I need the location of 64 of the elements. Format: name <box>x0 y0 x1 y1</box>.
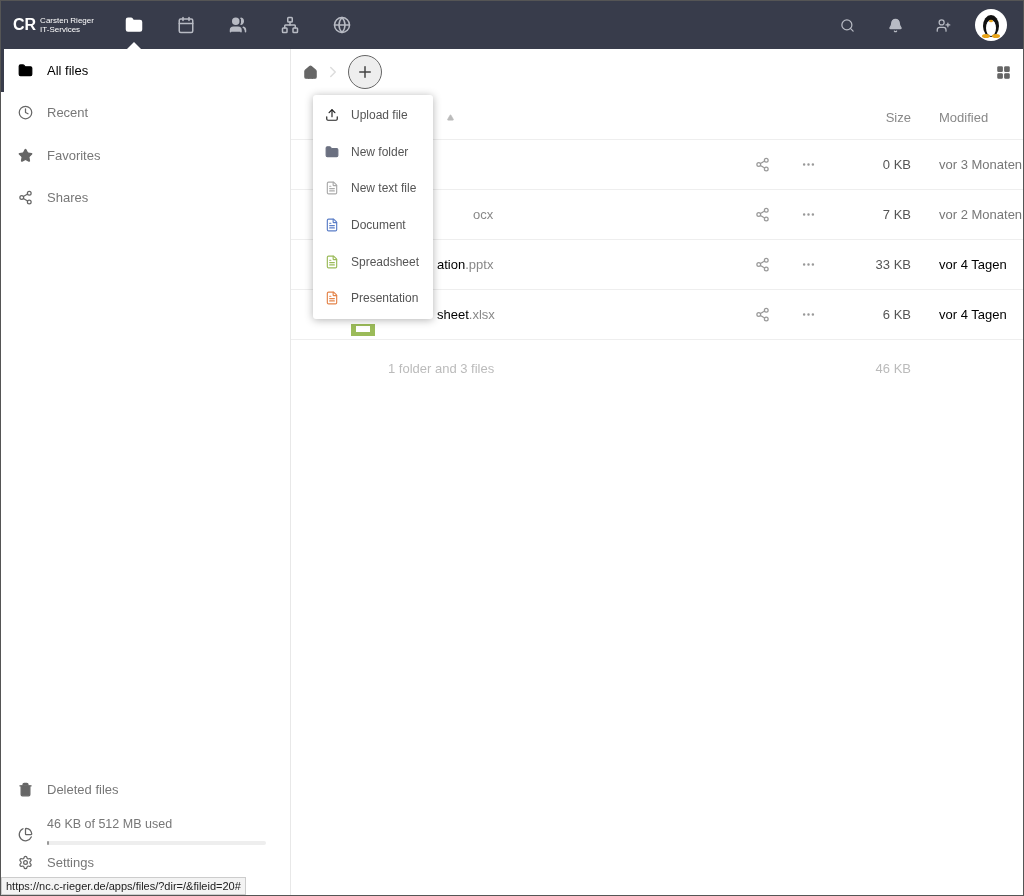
file-size: 33 KB <box>874 257 911 272</box>
summary-size: 46 KB <box>874 360 911 376</box>
logo-initials: CR <box>13 16 37 34</box>
menu-item[interactable]: New folder <box>313 133 433 171</box>
share-icon[interactable] <box>754 207 770 222</box>
menu-item[interactable]: Spreadsheet <box>313 243 433 280</box>
penguin-icon <box>981 12 1001 38</box>
upload-icon <box>325 108 339 123</box>
folder-icon <box>18 62 33 78</box>
search-icon[interactable] <box>839 17 855 33</box>
file-name[interactable]: sheet.xlsx <box>437 307 495 322</box>
sidebar-item[interactable]: Shares <box>1 176 290 219</box>
sidebar-item[interactable]: Deleted files <box>1 768 290 811</box>
summary-text: 1 folder and 3 files <box>388 360 495 376</box>
column-header[interactable]: Size <box>885 109 911 125</box>
folder-icon <box>124 16 143 34</box>
modified-date: vor 2 Monaten <box>938 207 1023 222</box>
plus-icon <box>356 63 374 81</box>
menu-item[interactable]: New text file <box>313 170 433 207</box>
presentation-icon <box>325 291 339 306</box>
spreadsheet-icon <box>351 324 375 336</box>
sidebar-item[interactable]: Settings <box>1 849 290 875</box>
file-size: 7 KB <box>881 207 911 222</box>
menu-item[interactable]: Upload file <box>313 97 433 134</box>
file-name[interactable]: ation.pptx <box>437 257 494 272</box>
menu-item[interactable]: Presentation <box>313 279 433 317</box>
document-icon <box>325 218 339 233</box>
clock-icon <box>18 105 33 121</box>
status-url: https://nc.c-rieger.de/apps/files/?dir=/&fileid=20# <box>1 877 246 895</box>
home-button[interactable] <box>303 64 318 80</box>
share-icon[interactable] <box>754 307 770 322</box>
spreadsheet-icon <box>325 254 339 269</box>
calendar-icon <box>176 16 195 34</box>
share-icon[interactable] <box>754 157 770 172</box>
share-icon[interactable] <box>754 257 770 272</box>
sidebar-item[interactable]: Recent <box>1 91 290 134</box>
menu-item[interactable]: Document <box>313 206 433 244</box>
modified-date: vor 4 Tagen <box>938 257 1007 272</box>
contacts-icon[interactable] <box>935 17 951 33</box>
share-icon <box>18 190 33 206</box>
file-size: 6 KB <box>881 307 911 322</box>
folder-icon <box>325 144 339 159</box>
add-button[interactable] <box>348 55 382 89</box>
sidebar-item[interactable]: All files <box>1 49 290 92</box>
quota-icon <box>18 827 33 842</box>
avatar[interactable] <box>975 9 1007 41</box>
settings-icon <box>18 854 33 870</box>
notifications-icon[interactable] <box>887 17 903 33</box>
logo-subtitle: Carsten Rieger IT-Services <box>40 16 94 34</box>
file-size: 0 KB <box>881 157 911 172</box>
file-name[interactable]: ocx <box>437 207 494 222</box>
contacts-icon <box>228 16 247 34</box>
grid-view-button[interactable] <box>996 64 1011 80</box>
column-header[interactable]: Modified <box>939 109 989 125</box>
modified-date: vor 3 Monaten <box>938 157 1023 172</box>
modified-date: vor 4 Tagen <box>938 307 1007 322</box>
network-icon <box>280 16 299 34</box>
active-pointer <box>126 42 141 49</box>
star-icon <box>18 147 33 163</box>
trash-icon <box>18 782 33 798</box>
sidebar-item[interactable]: Favorites <box>1 134 290 177</box>
globe-icon <box>332 16 351 34</box>
text-file-icon <box>325 181 339 196</box>
quota-text: 46 KB of 512 MB used <box>47 817 174 831</box>
